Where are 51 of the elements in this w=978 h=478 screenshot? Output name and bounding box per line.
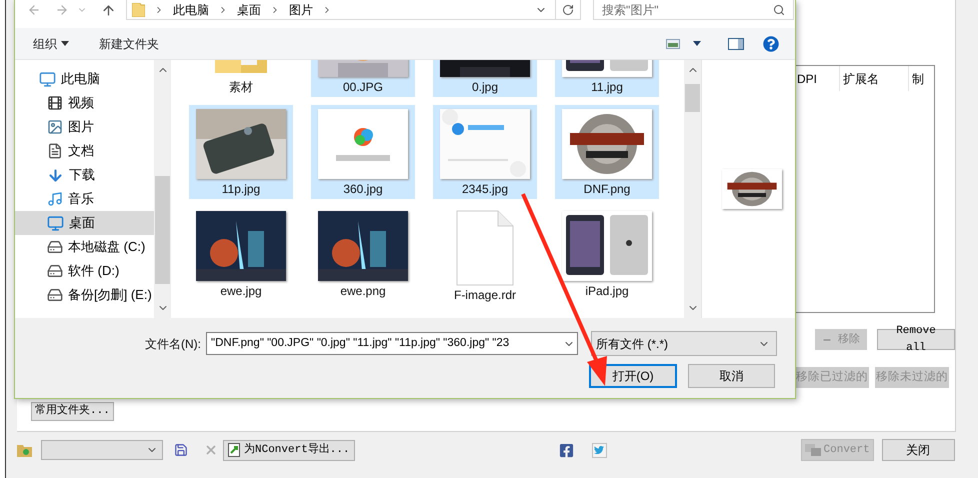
close-button[interactable]: 关闭: [882, 439, 955, 461]
file-name: iPad.jpg: [585, 283, 629, 300]
export-button[interactable]: 为NConvert导出...: [223, 440, 355, 460]
address-bar[interactable]: 此电脑 桌面 图片: [126, 0, 581, 20]
file-tile[interactable]: DNF.png: [555, 105, 659, 199]
file-tile[interactable]: 11.jpg: [555, 60, 659, 97]
open-button[interactable]: 打开(O): [589, 364, 677, 388]
file-name: 2345.jpg: [462, 181, 508, 198]
favorites-button[interactable]: 常用文件夹...: [31, 402, 114, 421]
file-name: 素材: [229, 79, 253, 96]
file-name: DNF.png: [584, 181, 630, 198]
file-name: 0.jpg: [472, 79, 498, 96]
file-tile[interactable]: 360.jpg: [311, 105, 415, 199]
breadcrumb[interactable]: 桌面: [237, 0, 261, 18]
file-tile[interactable]: ewe.png: [311, 207, 415, 301]
nav-item[interactable]: 桌面: [15, 211, 154, 235]
file-name: 11p.jpg: [222, 181, 260, 198]
nav-item[interactable]: 音乐: [15, 187, 154, 211]
file-name: 11.jpg: [591, 79, 623, 96]
file-tile[interactable]: ewe.jpg: [189, 207, 293, 301]
cancel-button[interactable]: 取消: [688, 364, 775, 388]
organize-button[interactable]: 组织: [33, 34, 69, 52]
file-tile[interactable]: 素材: [189, 60, 293, 97]
nav-item[interactable]: 软件 (D:): [15, 259, 154, 283]
column-header[interactable]: 制: [909, 66, 924, 91]
search-field[interactable]: 搜索"图片": [593, 0, 794, 20]
nav-item[interactable]: 本地磁盘 (C:): [15, 235, 154, 259]
file-tile[interactable]: 00.JPG: [311, 60, 415, 97]
file-name: F-image.rdr: [454, 287, 516, 304]
breadcrumb[interactable]: 图片: [289, 0, 313, 18]
file-type-select[interactable]: 所有文件 (*.*): [591, 331, 777, 356]
file-tile[interactable]: 11p.jpg: [189, 105, 293, 199]
file-tile[interactable]: F-image.rdr: [433, 207, 537, 301]
file-tile[interactable]: 0.jpg: [433, 60, 537, 97]
new-folder-button[interactable]: 新建文件夹: [99, 34, 159, 52]
nav-item[interactable]: 视频: [15, 91, 154, 115]
file-tile[interactable]: iPad.jpg: [555, 207, 659, 301]
nav-item[interactable]: 此电脑: [15, 67, 154, 91]
file-name-label: 文件名(N):: [145, 336, 202, 352]
file-name-field[interactable]: "DNF.png" "00.JPG" "0.jpg" "11.jpg" "11p.jpg" "360.jpg" "23: [206, 332, 578, 355]
file-name: ewe.jpg: [220, 283, 262, 300]
breadcrumb[interactable]: 此电脑: [173, 0, 209, 18]
nav-item[interactable]: 下载: [15, 163, 154, 187]
file-name: 00.JPG: [342, 79, 384, 96]
nav-item[interactable]: 备份[勿删] (E:): [15, 283, 154, 307]
file-name: ewe.png: [340, 283, 386, 300]
nav-item[interactable]: 文档: [15, 139, 154, 163]
nav-item[interactable]: 图片: [15, 115, 154, 139]
file-tile[interactable]: 2345.jpg: [433, 105, 537, 199]
file-name: 360.jpg: [343, 181, 383, 198]
column-header[interactable]: 扩展名: [840, 66, 909, 91]
